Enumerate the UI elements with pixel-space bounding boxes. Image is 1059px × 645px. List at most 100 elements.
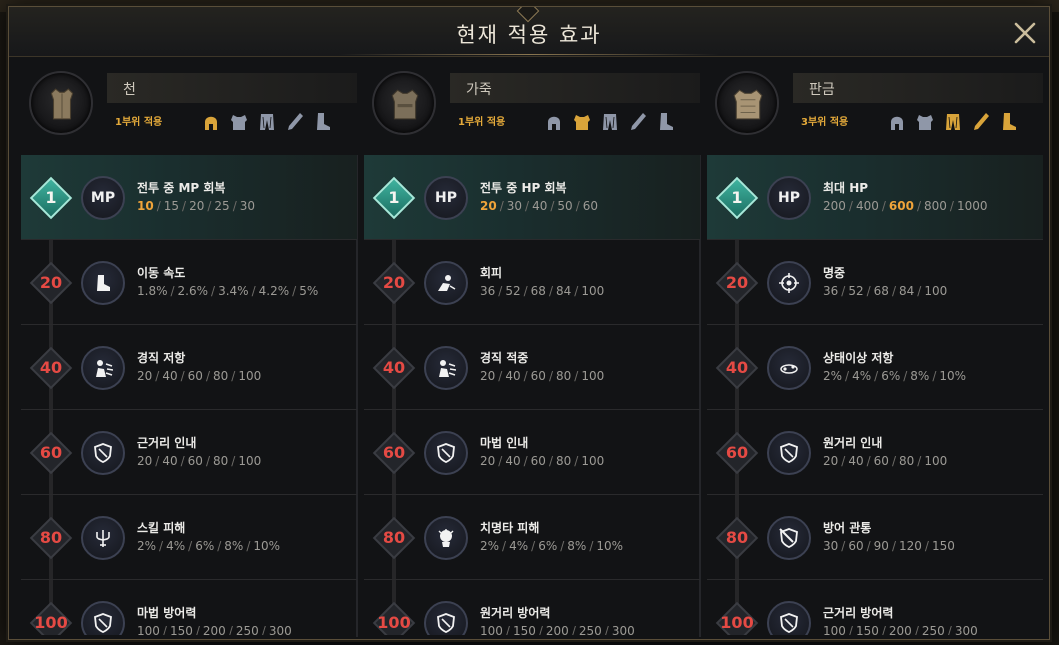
value-separator: /	[195, 624, 200, 635]
tier-value: 60	[187, 454, 203, 468]
tier-level: 80	[382, 528, 406, 547]
value-separator: /	[604, 624, 609, 635]
chest-icon[interactable]	[229, 111, 249, 133]
value-separator: /	[575, 199, 580, 213]
legs-icon[interactable]	[943, 111, 963, 133]
tier-row[interactable]: 80 치명타 피해 2%/4%/6%/8%/10%	[364, 495, 700, 580]
tier-value: 100	[924, 284, 948, 298]
value-separator: /	[917, 284, 922, 298]
tier-value: 20	[189, 199, 205, 213]
effect-name: 원거리 인내	[823, 436, 883, 450]
chest-icon[interactable]	[572, 111, 592, 133]
effect-values: 20/40/60/80/100	[137, 454, 261, 468]
tier-row[interactable]: 20 회피 36/52/68/84/100	[364, 240, 700, 325]
set-applied-count: 3부위 적용	[801, 117, 849, 128]
helmet-icon[interactable]	[201, 111, 221, 133]
value-separator: /	[211, 284, 216, 298]
tier-level-badge: 80	[372, 516, 416, 560]
value-separator: /	[505, 624, 510, 635]
value-separator: /	[947, 624, 952, 635]
tier-value: 40	[505, 369, 521, 383]
value-separator: /	[180, 454, 185, 468]
effect-values: 100/150/200/250/300	[823, 624, 978, 635]
close-icon	[1014, 22, 1036, 44]
armor-set-column: 가죽 1부위 적용 1 HP 전투 중 HP 회복 20/30/40/50/60 20 회피 3…	[364, 67, 700, 637]
set-header: 천 1부위 적용	[21, 67, 357, 145]
effect-values: 200/400/600/800/1000	[823, 199, 988, 213]
current-value: 10	[137, 199, 154, 213]
effect-values: 36/52/68/84/100	[823, 284, 947, 298]
tier-value: 50	[557, 199, 573, 213]
tier-row[interactable]: 60 근거리 인내 20/40/60/80/100	[21, 410, 357, 495]
tier-row[interactable]: 60 원거리 인내 20/40/60/80/100	[707, 410, 1043, 495]
effect-name: 근거리 인내	[137, 436, 197, 450]
boots-icon[interactable]	[313, 111, 333, 133]
value-separator: /	[232, 199, 237, 213]
tier-value: 80	[898, 454, 915, 468]
tier-value: 60	[530, 454, 546, 468]
value-separator: /	[180, 369, 185, 383]
gloves-icon[interactable]	[285, 111, 305, 133]
crosshair-icon	[767, 261, 811, 305]
tier-row[interactable]: 40 경직 저항 20/40/60/80/100	[21, 325, 357, 410]
tier-value: 150	[931, 539, 955, 553]
effect-values: 2%/4%/6%/8%/10%	[823, 369, 966, 383]
tier-row[interactable]: 40 상태이상 저항 2%/4%/6%/8%/10%	[707, 325, 1043, 410]
tier-row[interactable]: 40 경직 적중 20/40/60/80/100	[364, 325, 700, 410]
tier-row[interactable]: 1 HP 최대 HP 200/400/600/800/1000	[707, 155, 1043, 240]
tier-row[interactable]: 100 근거리 방어력 100/150/200/250/300	[707, 580, 1043, 635]
tier-value: 2.6%	[177, 284, 209, 298]
helmet-icon[interactable]	[887, 111, 907, 133]
boot-icon	[81, 261, 125, 305]
tier-row[interactable]: 80 스킬 피해 2%/4%/6%/8%/10%	[21, 495, 357, 580]
tier-value: 80	[212, 454, 229, 468]
tier-row[interactable]: 1 MP 전투 중 MP 회복 10/15/20/25/30	[21, 155, 357, 240]
tier-level: 80	[39, 528, 63, 547]
tier-value: 100	[238, 369, 262, 383]
tier-level-badge: 1	[29, 176, 73, 220]
gloves-icon[interactable]	[971, 111, 991, 133]
tier-row[interactable]: 100 마법 방어력 100/150/200/250/300	[21, 580, 357, 635]
tier-level: 1	[45, 188, 57, 207]
helmet-icon[interactable]	[544, 111, 564, 133]
tier-level-badge: 80	[715, 516, 759, 560]
tier-level-badge: 60	[372, 431, 416, 475]
close-button[interactable]	[1013, 21, 1037, 45]
effect-name: 경직 적중	[480, 351, 529, 365]
tier-value: 84	[898, 284, 915, 298]
value-separator: /	[848, 624, 853, 635]
tier-value: 80	[555, 454, 572, 468]
tier-row[interactable]: 80 방어 관통 30/60/90/120/150	[707, 495, 1043, 580]
effect-values: 100/150/200/250/300	[480, 624, 635, 635]
tier-value: 250	[921, 624, 945, 635]
legs-icon[interactable]	[600, 111, 620, 133]
value-separator: /	[499, 199, 504, 213]
value-separator: /	[874, 369, 879, 383]
effect-icon-label: HP	[435, 190, 457, 206]
tier-row[interactable]: 20 이동 속도 1.8%/2.6%/3.4%/4.2%/5%	[21, 240, 357, 325]
tier-row[interactable]: 60 마법 인내 20/40/60/80/100	[364, 410, 700, 495]
value-separator: /	[498, 369, 503, 383]
tier-value: 80	[555, 369, 572, 383]
tier-value: 20	[137, 454, 153, 468]
tier-row[interactable]: 1 HP 전투 중 HP 회복 20/30/40/50/60	[364, 155, 700, 240]
set-name-bar: 판금	[793, 73, 1043, 103]
boots-icon[interactable]	[656, 111, 676, 133]
set-name: 가죽	[466, 82, 492, 98]
effect-values: 100/150/200/250/300	[137, 624, 292, 635]
boots-icon[interactable]	[999, 111, 1019, 133]
chest-icon[interactable]	[915, 111, 935, 133]
legs-icon[interactable]	[257, 111, 277, 133]
gloves-icon[interactable]	[628, 111, 648, 133]
effect-name: 근거리 방어력	[823, 606, 894, 620]
tier-row[interactable]: 20 명중 36/52/68/84/100	[707, 240, 1043, 325]
value-separator: /	[498, 284, 503, 298]
tier-value: 25	[214, 199, 230, 213]
value-separator: /	[292, 284, 297, 298]
tier-row[interactable]: 100 원거리 방어력 100/150/200/250/300	[364, 580, 700, 635]
value-separator: /	[841, 539, 846, 553]
tier-value: 200	[823, 199, 846, 213]
effect-values: 10/15/20/25/30	[137, 199, 255, 213]
shield-icon	[81, 601, 125, 635]
effect-values: 20/40/60/80/100	[137, 369, 261, 383]
